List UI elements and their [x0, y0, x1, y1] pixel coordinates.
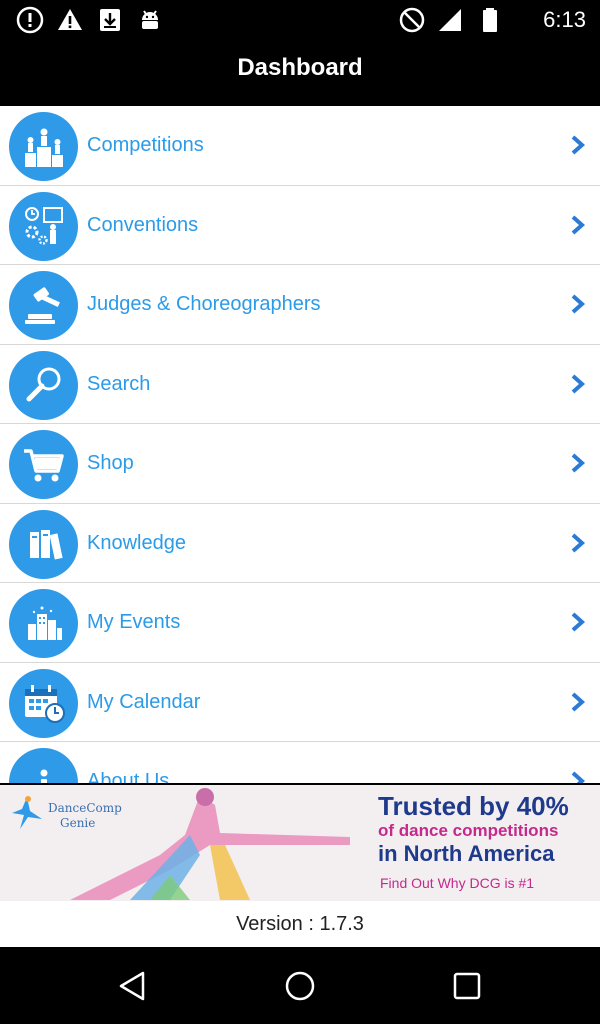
- home-icon[interactable]: [283, 969, 317, 1003]
- headline-line-2: of dance competitions: [378, 821, 559, 840]
- brand-logo: DanceComp Genie: [10, 793, 130, 833]
- menu-item-label: My Calendar: [87, 690, 201, 713]
- download-icon: [100, 9, 120, 31]
- alert-circle-icon: [16, 6, 44, 34]
- chevron-right-icon: [571, 692, 586, 711]
- menu-item-about-us[interactable]: About Us: [0, 742, 600, 783]
- podium-icon: [9, 112, 78, 181]
- chevron-right-icon: [571, 771, 586, 783]
- recent-apps-icon[interactable]: [450, 969, 484, 1003]
- shopping-cart-icon: [9, 430, 78, 499]
- menu-item-search[interactable]: Search: [0, 345, 600, 424]
- menu-item-label: About Us: [87, 770, 170, 783]
- battery-icon: [483, 8, 497, 32]
- clock: 6:13: [543, 7, 586, 32]
- status-bar: 6:13: [0, 0, 600, 40]
- menu-item-label: My Events: [87, 611, 181, 633]
- dancer-logo-icon: [12, 796, 42, 829]
- app-header: Dashboard: [0, 40, 600, 106]
- menu-item-knowledge[interactable]: Knowledge: [0, 504, 600, 583]
- books-icon: [9, 509, 78, 579]
- chevron-right-icon: [571, 135, 586, 155]
- menu-item-my-calendar[interactable]: My Calendar: [0, 663, 600, 742]
- banner-headline: Trusted by 40% of dance competitions in …: [378, 791, 588, 867]
- menu-item-conventions[interactable]: Conventions: [0, 186, 600, 265]
- brand-subname: Genie: [60, 816, 96, 830]
- gavel-icon: [9, 271, 78, 340]
- chevron-right-icon: [571, 215, 586, 234]
- conventions-icon: [9, 191, 78, 261]
- menu-item-label: Conventions: [87, 213, 199, 236]
- page-title: Dashboard: [237, 54, 363, 81]
- navigation-bar: [0, 947, 600, 1024]
- version-footer: Version : 1.7.3: [0, 901, 600, 947]
- menu-item-label: Shop: [87, 452, 134, 474]
- chevron-right-icon: [571, 612, 586, 632]
- menu-item-label: Search: [87, 372, 151, 395]
- menu-item-judges-choreographers[interactable]: Judges & Choreographers: [0, 265, 600, 345]
- menu-item-label: Judges & Choreographers: [87, 293, 321, 315]
- version-label: Version : 1.7.3: [236, 913, 364, 935]
- android-icon: [142, 10, 158, 29]
- city-icon: [9, 589, 78, 658]
- dashboard-menu: Competitions Conventions Judges & Choreo…: [0, 106, 600, 783]
- ad-banner[interactable]: DanceComp Genie Trusted by 40% of dance …: [0, 785, 600, 901]
- menu-item-my-events[interactable]: My Events: [0, 583, 600, 663]
- menu-item-shop[interactable]: Shop: [0, 424, 600, 504]
- headline-line-3: in North America: [378, 841, 555, 866]
- menu-item-label: Competitions: [87, 134, 204, 156]
- chevron-right-icon: [571, 374, 586, 393]
- menu-item-competitions[interactable]: Competitions: [0, 106, 600, 186]
- back-icon[interactable]: [116, 969, 150, 1003]
- chevron-right-icon: [571, 453, 586, 473]
- banner-cta[interactable]: Find Out Why DCG is #1: [380, 875, 534, 891]
- signal-icon: [439, 9, 461, 31]
- search-icon: [9, 350, 78, 420]
- menu-item-label: Knowledge: [87, 531, 186, 554]
- headline-line-1: Trusted by 40%: [378, 791, 569, 821]
- do-not-disturb-icon: [399, 7, 425, 33]
- calendar-icon: [9, 668, 78, 738]
- warning-icon: [58, 9, 82, 30]
- brand-name: DanceComp: [48, 801, 122, 815]
- chevron-right-icon: [571, 294, 586, 314]
- info-icon: [9, 748, 78, 783]
- chevron-right-icon: [571, 533, 586, 552]
